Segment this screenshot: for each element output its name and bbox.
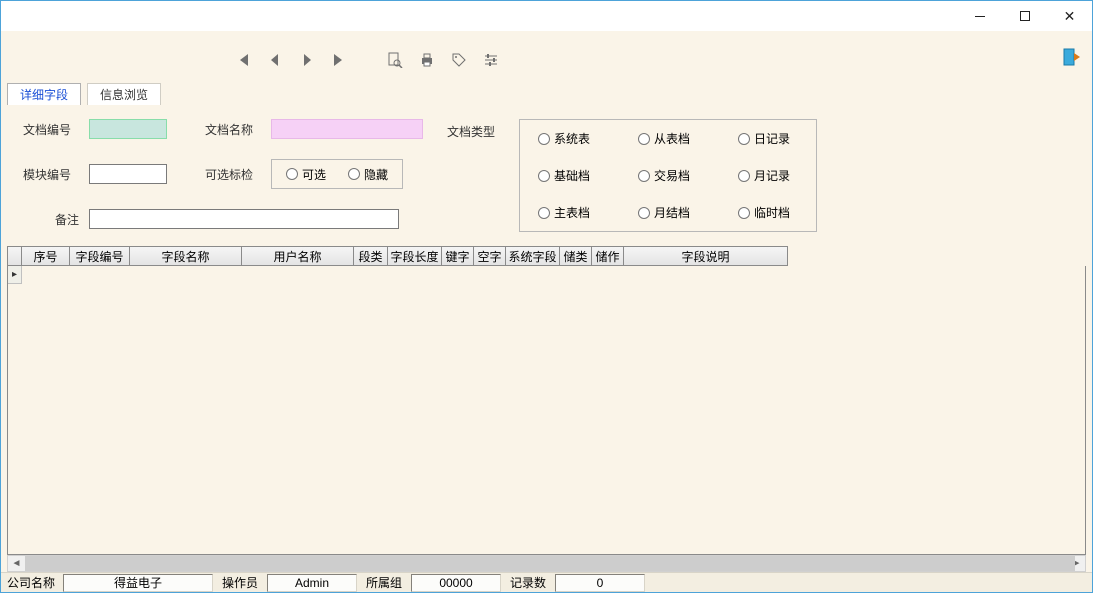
doc-type-label: 文档类型 bbox=[447, 123, 503, 140]
scroll-thumb[interactable] bbox=[25, 556, 1075, 571]
col-key[interactable]: 键字 bbox=[441, 246, 473, 266]
radio-hidden[interactable]: 隐藏 bbox=[348, 166, 388, 183]
radio-main-doc[interactable]: 主表档 bbox=[538, 204, 598, 221]
col-rowselector[interactable] bbox=[7, 246, 21, 266]
doc-name-label: 文档名称 bbox=[205, 121, 261, 138]
nav-first-button[interactable] bbox=[231, 48, 255, 72]
col-sys-field[interactable]: 系统字段 bbox=[505, 246, 559, 266]
close-button[interactable]: ✕ bbox=[1047, 1, 1092, 31]
status-operator-label: 操作员 bbox=[215, 574, 265, 592]
tab-info-browse[interactable]: 信息浏览 bbox=[87, 83, 161, 105]
tag-button[interactable] bbox=[447, 48, 471, 72]
exit-button[interactable] bbox=[1062, 47, 1082, 67]
radio-month-close[interactable]: 月结档 bbox=[638, 204, 698, 221]
maximize-icon bbox=[1020, 11, 1030, 21]
doc-no-input[interactable] bbox=[89, 119, 167, 139]
radio-system-table[interactable]: 系统表 bbox=[538, 130, 598, 147]
col-user-name[interactable]: 用户名称 bbox=[241, 246, 353, 266]
radio-temp-doc[interactable]: 临时档 bbox=[738, 204, 798, 221]
status-group-label: 所属组 bbox=[359, 574, 409, 592]
minimize-button[interactable] bbox=[957, 1, 1002, 31]
col-field-len[interactable]: 字段长度 bbox=[387, 246, 441, 266]
horizontal-scrollbar[interactable]: ◄ ► bbox=[7, 555, 1086, 572]
col-field-name[interactable]: 字段名称 bbox=[129, 246, 241, 266]
status-count-value: 0 bbox=[555, 574, 645, 592]
maximize-button[interactable] bbox=[1002, 1, 1047, 31]
opt-group: 可选 隐藏 bbox=[271, 159, 403, 189]
radio-trade-doc[interactable]: 交易档 bbox=[638, 167, 698, 184]
col-field-desc[interactable]: 字段说明 bbox=[623, 246, 788, 266]
tab-row: 详细字段 信息浏览 bbox=[1, 79, 1092, 105]
doc-name-input[interactable] bbox=[271, 119, 423, 139]
grid-body[interactable]: ▸ bbox=[7, 266, 1086, 555]
remark-input[interactable] bbox=[89, 209, 399, 229]
status-bar: 公司名称 得益电子 操作员 Admin 所属组 00000 记录数 0 bbox=[1, 572, 1092, 592]
radio-day-record[interactable]: 日记录 bbox=[738, 130, 798, 147]
radio-slave-doc[interactable]: 从表档 bbox=[638, 130, 698, 147]
status-operator-value: Admin bbox=[267, 574, 357, 592]
col-field-no[interactable]: 字段编号 bbox=[69, 246, 129, 266]
toolbar bbox=[1, 45, 1092, 75]
nav-prev-button[interactable] bbox=[263, 48, 287, 72]
col-store-op[interactable]: 储作 bbox=[591, 246, 623, 266]
menu-bar bbox=[1, 31, 1092, 45]
remark-label: 备注 bbox=[23, 211, 79, 228]
doc-type-panel: 系统表 从表档 日记录 基础档 交易档 月记录 主表档 月结档 临时档 bbox=[519, 119, 817, 232]
radio-hidden-label: 隐藏 bbox=[364, 166, 388, 183]
status-group-value: 00000 bbox=[411, 574, 501, 592]
radio-optional[interactable]: 可选 bbox=[286, 166, 326, 183]
print-button[interactable] bbox=[415, 48, 439, 72]
settings-button[interactable] bbox=[479, 48, 503, 72]
nav-last-button[interactable] bbox=[327, 48, 351, 72]
col-store-type[interactable]: 储类 bbox=[559, 246, 591, 266]
scroll-track[interactable] bbox=[25, 556, 1068, 571]
grid-header: 序号 字段编号 字段名称 用户名称 段类 字段长度 键字 空字 系统字段 储类 … bbox=[7, 246, 1086, 266]
doc-no-label: 文档编号 bbox=[23, 121, 79, 138]
preview-button[interactable] bbox=[383, 48, 407, 72]
module-no-input[interactable] bbox=[89, 164, 167, 184]
status-company-value: 得益电子 bbox=[63, 574, 213, 592]
col-null[interactable]: 空字 bbox=[473, 246, 505, 266]
opt-label: 可选标检 bbox=[205, 166, 261, 183]
col-seg-type[interactable]: 段类 bbox=[353, 246, 387, 266]
close-icon: ✕ bbox=[1064, 9, 1076, 23]
module-no-label: 模块编号 bbox=[23, 166, 79, 183]
grid: 序号 字段编号 字段名称 用户名称 段类 字段长度 键字 空字 系统字段 储类 … bbox=[7, 246, 1086, 555]
tab-detail-fields[interactable]: 详细字段 bbox=[7, 83, 81, 105]
scroll-left-icon[interactable]: ◄ bbox=[8, 556, 25, 571]
radio-month-record[interactable]: 月记录 bbox=[738, 167, 798, 184]
window-titlebar: ✕ bbox=[1, 1, 1092, 31]
form-panel: 文档编号 文档名称 模块编号 可选标检 可选 隐藏 备注 bbox=[1, 105, 1092, 246]
status-company-label: 公司名称 bbox=[1, 574, 61, 592]
col-seq[interactable]: 序号 bbox=[21, 246, 69, 266]
nav-next-button[interactable] bbox=[295, 48, 319, 72]
row-marker-icon: ▸ bbox=[8, 266, 22, 284]
radio-optional-label: 可选 bbox=[302, 166, 326, 183]
radio-base-doc[interactable]: 基础档 bbox=[538, 167, 598, 184]
status-count-label: 记录数 bbox=[503, 574, 553, 592]
minimize-icon bbox=[975, 16, 985, 17]
